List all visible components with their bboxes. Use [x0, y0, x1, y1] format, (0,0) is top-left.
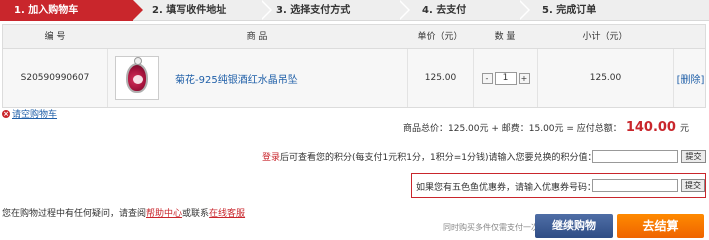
- col-unit-price: 单价（元）: [417, 32, 463, 42]
- step-arrow: [398, 0, 412, 21]
- login-link[interactable]: 登录: [262, 150, 280, 163]
- order-totals: 商品总价：125.00元 + 邮费：15.00元 = 应付总额： 140.00 …: [403, 120, 689, 135]
- cart-table: 编 号 商 品 单价（元） 数 量 小计（元） S20590990607 菊花-…: [2, 24, 706, 108]
- points-submit-button[interactable]: 提交: [681, 150, 706, 163]
- continue-shopping-button[interactable]: 继续购物: [535, 214, 613, 238]
- clear-cart-link[interactable]: 请空购物车: [12, 107, 57, 120]
- coupon-input[interactable]: [592, 179, 678, 192]
- unit-price: 125.00: [424, 73, 457, 83]
- totals-label: 商品总价：125.00元 + 邮费：15.00元 = 应付总额：: [403, 124, 622, 134]
- help-center-link[interactable]: 帮助中心: [146, 209, 182, 219]
- grand-total-unit: 元: [679, 124, 689, 134]
- checkout-button[interactable]: 去结算: [617, 214, 704, 238]
- delete-link[interactable]: [删除]: [677, 71, 705, 86]
- col-quantity: 数 量: [494, 32, 516, 42]
- step-cart: 1. 加入购物车: [0, 0, 143, 21]
- product-code: S20590990607: [20, 73, 90, 83]
- step-complete: 5. 完成订单: [542, 5, 597, 16]
- coupon-text: 如果您有五色鱼优惠券，请输入优惠券号码：: [416, 183, 597, 193]
- points-redeem: 登录 后可查看您的积分(每支付1元积1分，1积分=1分钱)请输入您要兑换的积分值…: [262, 150, 597, 163]
- row-unit-price-cell: 125.00: [407, 49, 473, 107]
- quantity-decrease-button[interactable]: -: [481, 72, 493, 84]
- step-arrow: [518, 0, 532, 21]
- help-prefix: 您在购物过程中有任何疑问，请查阅: [2, 209, 147, 219]
- help-middle: 或联系: [182, 209, 210, 219]
- subtotal: 125.00: [589, 73, 622, 83]
- product-thumbnail[interactable]: [115, 56, 159, 100]
- table-row: S20590990607 菊花-925纯银酒红水晶吊坠 125.00 - 1 +…: [3, 49, 705, 107]
- col-code: 编 号: [44, 32, 66, 42]
- table-header: 编 号 商 品 单价（元） 数 量 小计（元）: [3, 25, 705, 49]
- quantity-stepper: - 1 +: [481, 71, 530, 85]
- step-pay: 4. 去支付: [422, 5, 467, 16]
- row-action-cell: [删除]: [673, 49, 707, 107]
- grand-total: 140.00: [625, 120, 676, 135]
- step-payment-method: 3. 选择支付方式: [276, 5, 351, 16]
- step-arrow: [260, 0, 274, 21]
- product-name-link[interactable]: 菊花-925纯银酒红水晶吊坠: [175, 71, 298, 86]
- points-input[interactable]: [592, 150, 678, 163]
- row-subtotal-cell: 125.00: [537, 49, 673, 107]
- col-product: 商 品: [246, 32, 268, 42]
- pendant-image: [126, 57, 148, 93]
- checkout-steps: 1. 加入购物车 2. 填写收件地址 3. 选择支付方式 4. 去支付 5. 完…: [0, 0, 709, 21]
- row-quantity-cell: - 1 +: [473, 49, 537, 107]
- coupon-submit-button[interactable]: 提交: [681, 179, 705, 192]
- clear-cart: × 请空购物车: [2, 107, 57, 120]
- step-address: 2. 填写收件地址: [152, 5, 227, 16]
- online-service-link[interactable]: 在线客服: [209, 209, 245, 219]
- quantity-input[interactable]: 1: [494, 71, 517, 85]
- quantity-increase-button[interactable]: +: [518, 72, 530, 84]
- row-code-cell: S20590990607: [3, 49, 107, 107]
- close-icon: ×: [2, 109, 10, 118]
- help-text: 您在购物过程中有任何疑问，请查阅帮助中心或联系在线客服: [2, 206, 245, 219]
- points-text: 后可查看您的积分(每支付1元积1分，1积分=1分钱)请输入您要兑换的积分值：: [280, 153, 597, 163]
- col-subtotal: 小计（元）: [582, 32, 628, 42]
- row-product-cell: 菊花-925纯银酒红水晶吊坠: [107, 49, 407, 107]
